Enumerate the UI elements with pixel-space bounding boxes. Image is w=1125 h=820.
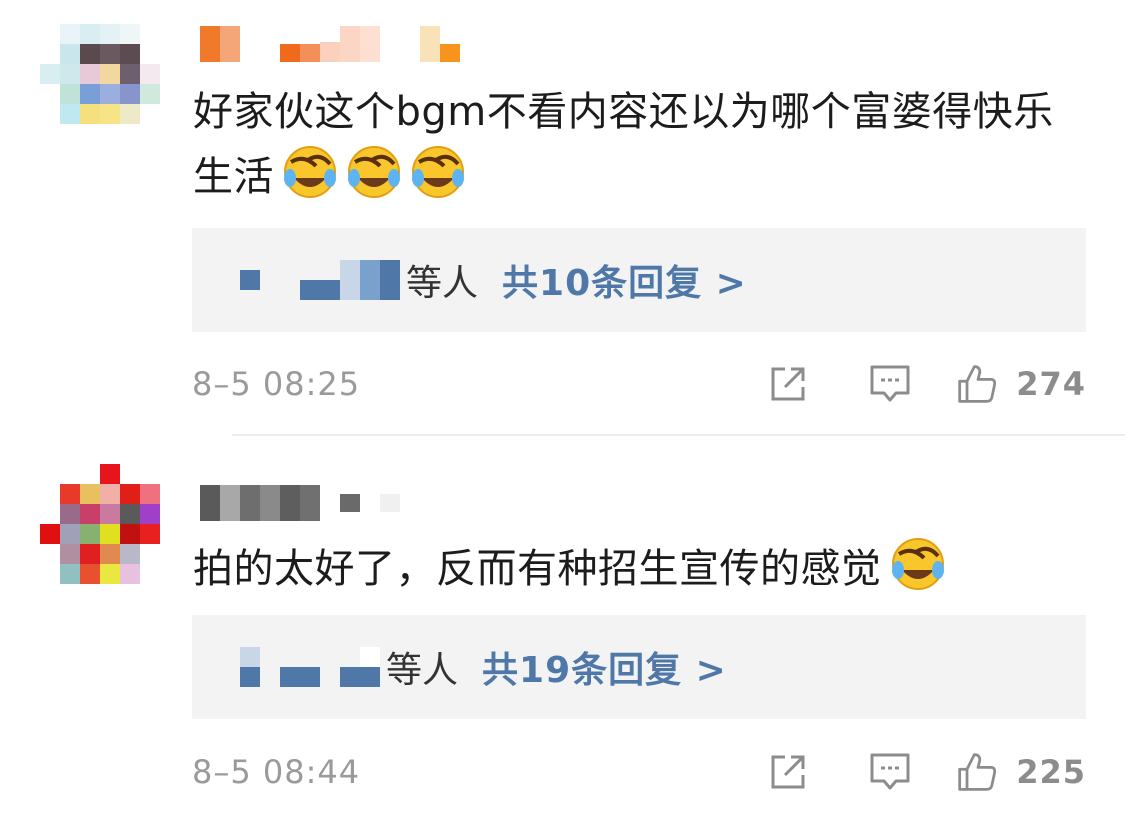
action-bar: 225 xyxy=(758,742,1086,802)
comment-text: 好家伙这个bgm不看内容还以为哪个富婆得快乐生活 xyxy=(193,80,1093,209)
laughing-crying-emoji-icon xyxy=(282,144,338,200)
reply-button[interactable] xyxy=(860,354,920,414)
share-icon xyxy=(771,755,805,789)
timestamp: 8–5 08:44 xyxy=(192,753,361,791)
like-button[interactable]: 225 xyxy=(956,742,1086,802)
comment-body: 拍的太好了，反而有种招生宣传的感觉 xyxy=(193,546,882,592)
comment-meta: 8–5 08:44 225 xyxy=(192,742,1086,802)
avatar[interactable] xyxy=(40,464,160,584)
laughing-crying-emoji-icon xyxy=(890,536,946,592)
comment-icon xyxy=(870,365,910,402)
action-bar: 274 xyxy=(758,354,1086,414)
laughing-crying-emoji-icon xyxy=(346,144,402,200)
comment-meta: 8–5 08:25 274 xyxy=(192,354,1086,414)
like-button[interactable]: 274 xyxy=(956,354,1086,414)
reply-suffix: 等人 xyxy=(386,650,459,691)
reply-suffix: 等人 xyxy=(406,263,479,304)
like-count: 274 xyxy=(1016,365,1086,403)
thumbs-up-icon xyxy=(958,753,997,791)
comment-icon xyxy=(870,753,910,790)
comment-item: 拍的太好了，反而有种招生宣传的感觉 等人 共19条回复 > 8–5 08:44 … xyxy=(0,437,1125,820)
username[interactable] xyxy=(200,485,400,521)
replier-names[interactable] xyxy=(240,260,400,300)
username[interactable] xyxy=(200,26,460,62)
view-replies-link[interactable]: 共10条回复 > xyxy=(502,254,747,306)
laughing-crying-emoji-icon xyxy=(410,144,466,200)
comment-text: 拍的太好了，反而有种招生宣传的感觉 xyxy=(193,536,1093,601)
view-replies-link[interactable]: 共19条回复 > xyxy=(482,641,727,693)
comment-divider xyxy=(232,434,1125,436)
reply-summary[interactable]: 等人 共10条回复 > xyxy=(192,228,1086,332)
like-count: 225 xyxy=(1016,753,1086,791)
share-button[interactable] xyxy=(758,742,818,802)
timestamp: 8–5 08:25 xyxy=(192,365,361,403)
replier-names[interactable] xyxy=(240,647,380,687)
reply-button[interactable] xyxy=(860,742,920,802)
share-icon xyxy=(771,367,805,401)
reply-summary[interactable]: 等人 共19条回复 > xyxy=(192,615,1086,719)
comment-item: 好家伙这个bgm不看内容还以为哪个富婆得快乐生活 等人 共10条回复 > 8–5… xyxy=(0,0,1125,436)
avatar[interactable] xyxy=(40,24,160,144)
thumbs-up-icon xyxy=(958,365,997,403)
share-button[interactable] xyxy=(758,354,818,414)
